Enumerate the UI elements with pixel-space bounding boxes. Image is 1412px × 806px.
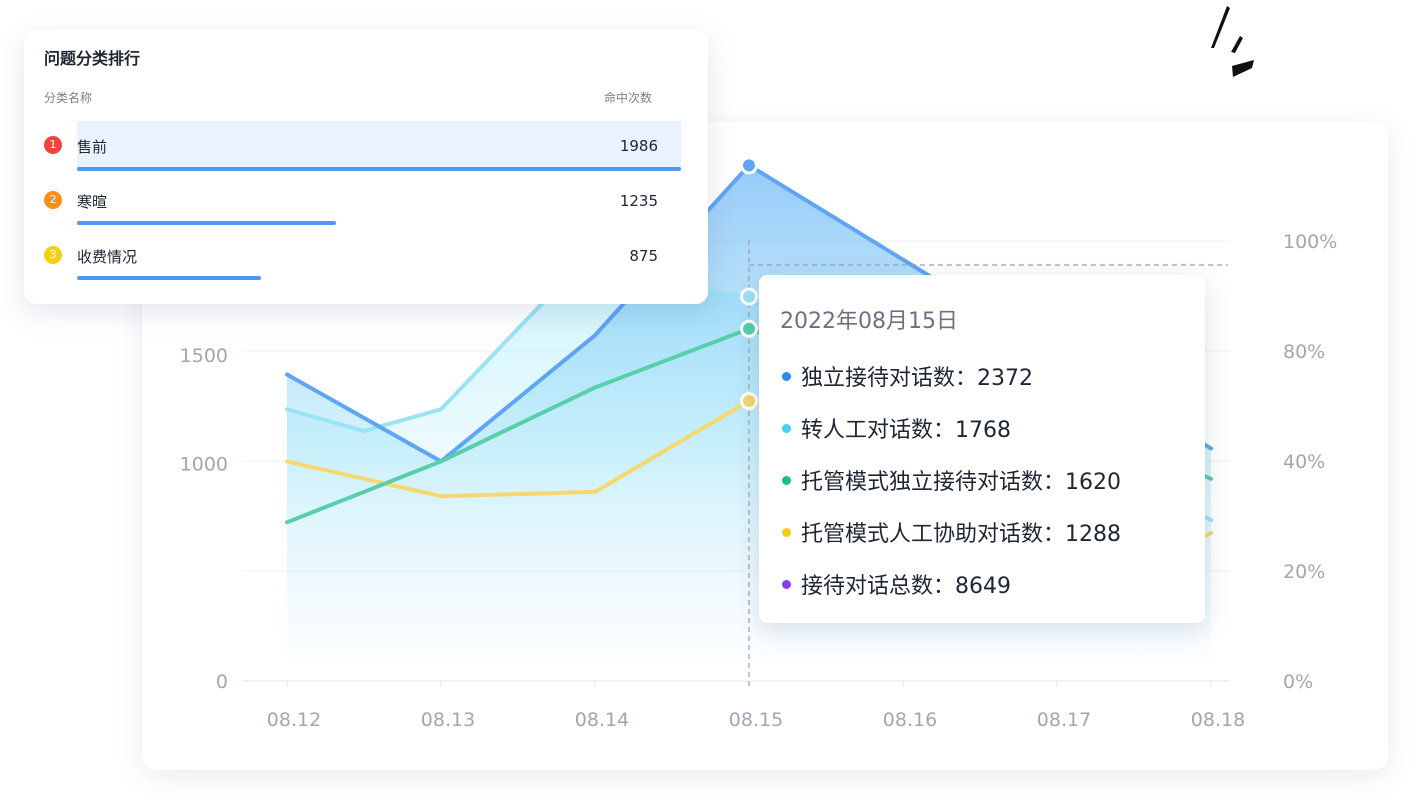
- tooltip-series-name: 接待对话总数: [801, 574, 934, 599]
- y-right-tick-label: 20%: [1283, 561, 1325, 583]
- ranking-panel: 问题分类排行 分类名称 命中次数 1 售前 1986 2 寒暄 1235 3 收…: [24, 30, 708, 304]
- series-dot-icon: [782, 475, 791, 485]
- tooltip-series-value: 1768: [955, 418, 1012, 443]
- x-tick-label: 08.14: [575, 709, 629, 731]
- point-marker: [740, 156, 758, 175]
- tooltip-row: 转人工对话数：1768: [782, 413, 1011, 443]
- tooltip-series-name: 托管模式独立接待对话数: [801, 470, 1044, 495]
- x-tick-label: 08.15: [729, 709, 783, 731]
- tooltip-series-name: 转人工对话数: [801, 418, 934, 443]
- series-dot-icon: [782, 371, 791, 381]
- rank-value: 1235: [619, 192, 658, 210]
- rank-label: 售前: [77, 138, 108, 156]
- panel-title: 问题分类排行: [44, 49, 141, 68]
- tooltip-row: 托管模式人工协助对话数：1288: [782, 517, 1121, 547]
- tooltip-series-value: 2372: [977, 366, 1034, 391]
- tooltip-series-name: 托管模式人工协助对话数: [801, 522, 1044, 547]
- rank-bar: [77, 167, 681, 171]
- row-highlight: [77, 121, 681, 169]
- x-tick-label: 08.18: [1191, 709, 1245, 731]
- series-dot-icon: [782, 579, 791, 589]
- rank-label: 收费情况: [77, 248, 138, 266]
- x-tick-label: 08.13: [421, 709, 475, 731]
- y-right-tick-label: 0%: [1283, 671, 1313, 693]
- column-header-name: 分类名称: [44, 91, 93, 105]
- rank-bar: [77, 221, 336, 225]
- decorative-strokes-icon: [1211, 6, 1254, 77]
- y-left-tick-label: 1500: [180, 345, 228, 367]
- rank-row-2[interactable]: 2 寒暄 1235: [24, 176, 708, 225]
- rank-value: 875: [629, 247, 658, 265]
- rank-row-3[interactable]: 3 收费情况 875: [24, 231, 708, 280]
- rank-row-1[interactable]: 1 售前 1986: [24, 121, 708, 171]
- rank-badge: 2: [44, 191, 62, 209]
- y-left-tick-label: 0: [216, 671, 228, 693]
- rank-value: 1986: [619, 137, 658, 155]
- tooltip-series-value: 1288: [1065, 522, 1122, 547]
- tooltip-series-value: 8649: [955, 574, 1012, 599]
- rank-badge: 3: [44, 246, 62, 264]
- point-marker: [740, 391, 758, 410]
- chart-tooltip: 2022年08月15日 独立接待对话数：2372 转人工对话数：1768 托管模…: [759, 275, 1205, 623]
- tooltip-row: 独立接待对话数：2372: [782, 361, 1033, 391]
- tooltip-series-name: 独立接待对话数: [801, 366, 956, 391]
- x-tick-label: 08.16: [883, 709, 937, 731]
- y-right-tick-label: 40%: [1283, 451, 1325, 473]
- column-header-hits: 命中次数: [604, 91, 653, 105]
- rank-bar: [77, 276, 261, 280]
- x-tick-label: 08.12: [267, 709, 321, 731]
- point-marker: [740, 287, 758, 306]
- tooltip-row: 接待对话总数：8649: [782, 569, 1011, 599]
- rank-badge: 1: [44, 136, 62, 154]
- point-marker: [740, 319, 758, 338]
- tooltip-date: 2022年08月15日: [780, 309, 958, 334]
- tooltip-row: 托管模式独立接待对话数：1620: [782, 465, 1121, 495]
- rank-label: 寒暄: [77, 193, 108, 211]
- tooltip-series-value: 1620: [1065, 470, 1122, 495]
- y-right-tick-label: 100%: [1283, 231, 1337, 253]
- y-right-tick-label: 80%: [1283, 341, 1325, 363]
- y-left-tick-label: 1000: [180, 454, 228, 476]
- series-dot-icon: [782, 527, 791, 537]
- series-dot-icon: [782, 423, 791, 433]
- x-tick-label: 08.17: [1037, 709, 1091, 731]
